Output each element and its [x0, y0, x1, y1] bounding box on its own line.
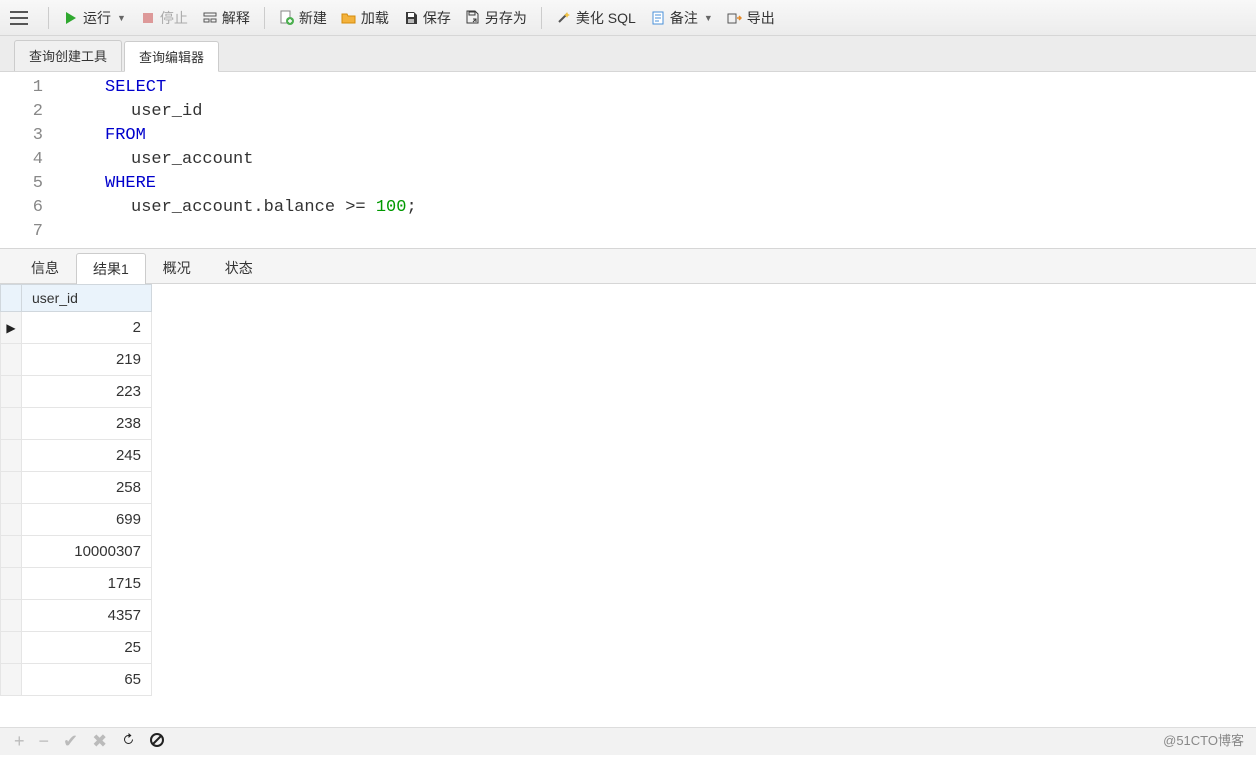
saveas-label: 另存为	[485, 8, 527, 28]
table-row[interactable]: 10000307	[1, 536, 152, 568]
notes-button[interactable]: 备注 ▼	[644, 5, 719, 31]
tab-result1[interactable]: 结果1	[76, 253, 146, 284]
row-indicator	[1, 664, 22, 696]
row-header-corner	[1, 285, 22, 312]
load-label: 加载	[361, 8, 389, 28]
wand-icon	[556, 10, 572, 26]
save-label: 保存	[423, 8, 451, 28]
save-icon	[403, 10, 419, 26]
refresh-icon[interactable]	[121, 731, 136, 752]
stop-icon	[140, 10, 156, 26]
export-label: 导出	[747, 8, 775, 28]
row-indicator	[1, 568, 22, 600]
table-row[interactable]: 1715	[1, 568, 152, 600]
add-row-icon[interactable]: +	[14, 731, 25, 752]
saveas-button[interactable]: 另存为	[459, 5, 533, 31]
saveas-icon	[465, 10, 481, 26]
cell-user-id[interactable]: 699	[22, 504, 152, 536]
tab-profile[interactable]: 概况	[146, 252, 208, 283]
cell-user-id[interactable]: 65	[22, 664, 152, 696]
grid-footer: + − ✔ ✖	[0, 727, 1256, 755]
save-button[interactable]: 保存	[397, 5, 457, 31]
new-button[interactable]: 新建	[273, 5, 333, 31]
stop-label: 停止	[160, 8, 188, 28]
sql-editor[interactable]: 1 2 3 4 5 6 7 SELECT user_id FROM user_a…	[0, 72, 1256, 249]
cell-user-id[interactable]: 258	[22, 472, 152, 504]
watermark: @51CTO博客	[1163, 730, 1244, 749]
table-row[interactable]: 25	[1, 632, 152, 664]
row-indicator	[1, 440, 22, 472]
tab-query-editor[interactable]: 查询编辑器	[124, 41, 219, 72]
code-content[interactable]: SELECT user_id FROM user_account WHERE u…	[55, 76, 417, 244]
notes-label: 备注	[670, 8, 698, 28]
table-row[interactable]: 245	[1, 440, 152, 472]
folder-icon	[341, 10, 357, 26]
row-indicator	[1, 504, 22, 536]
cell-user-id[interactable]: 245	[22, 440, 152, 472]
cell-user-id[interactable]: 25	[22, 632, 152, 664]
row-indicator	[1, 536, 22, 568]
apply-icon[interactable]: ✔	[63, 731, 78, 752]
tab-info[interactable]: 信息	[14, 252, 76, 283]
result-grid[interactable]: user_id ▶2219223238245258699100003071715…	[0, 284, 1256, 696]
cell-user-id[interactable]: 4357	[22, 600, 152, 632]
line-gutter: 1 2 3 4 5 6 7	[0, 76, 55, 244]
table-row[interactable]: 699	[1, 504, 152, 536]
cell-user-id[interactable]: 1715	[22, 568, 152, 600]
row-indicator	[1, 600, 22, 632]
editor-tabstrip: 查询创建工具 查询编辑器	[0, 36, 1256, 72]
beautify-button[interactable]: 美化 SQL	[550, 5, 642, 31]
new-label: 新建	[299, 8, 327, 28]
table-row[interactable]: 65	[1, 664, 152, 696]
tab-status[interactable]: 状态	[208, 252, 270, 283]
cell-user-id[interactable]: 219	[22, 344, 152, 376]
new-icon	[279, 10, 295, 26]
cell-user-id[interactable]: 238	[22, 408, 152, 440]
row-indicator: ▶	[1, 312, 22, 344]
stop-grid-icon[interactable]	[150, 731, 164, 752]
load-button[interactable]: 加载	[335, 5, 395, 31]
row-indicator	[1, 344, 22, 376]
table-row[interactable]: 258	[1, 472, 152, 504]
table-row[interactable]: 219	[1, 344, 152, 376]
cell-user-id[interactable]: 10000307	[22, 536, 152, 568]
column-header-user-id[interactable]: user_id	[22, 285, 152, 312]
table-row[interactable]: 238	[1, 408, 152, 440]
table-row[interactable]: 4357	[1, 600, 152, 632]
tab-query-builder[interactable]: 查询创建工具	[14, 40, 122, 71]
delete-row-icon[interactable]: −	[39, 731, 50, 752]
notes-icon	[650, 10, 666, 26]
row-indicator	[1, 472, 22, 504]
table-row[interactable]: 223	[1, 376, 152, 408]
run-button[interactable]: 运行 ▼	[57, 5, 132, 31]
chevron-down-icon: ▼	[117, 13, 126, 23]
row-indicator	[1, 408, 22, 440]
export-icon	[727, 10, 743, 26]
main-toolbar: 运行 ▼ 停止 解释 新建 加载 保存 另存为	[0, 0, 1256, 36]
explain-icon	[202, 10, 218, 26]
chevron-down-icon: ▼	[704, 13, 713, 23]
row-indicator	[1, 632, 22, 664]
row-indicator	[1, 376, 22, 408]
export-button[interactable]: 导出	[721, 5, 781, 31]
play-icon	[63, 10, 79, 26]
cell-user-id[interactable]: 223	[22, 376, 152, 408]
result-tabstrip: 信息 结果1 概况 状态	[0, 249, 1256, 284]
cell-user-id[interactable]: 2	[22, 312, 152, 344]
menu-icon[interactable]	[8, 10, 30, 26]
table-row[interactable]: ▶2	[1, 312, 152, 344]
cancel-icon[interactable]: ✖	[92, 731, 107, 752]
explain-label: 解释	[222, 8, 250, 28]
beautify-label: 美化 SQL	[576, 8, 636, 28]
explain-button[interactable]: 解释	[196, 5, 256, 31]
run-label: 运行	[83, 8, 111, 28]
stop-button[interactable]: 停止	[134, 5, 194, 31]
